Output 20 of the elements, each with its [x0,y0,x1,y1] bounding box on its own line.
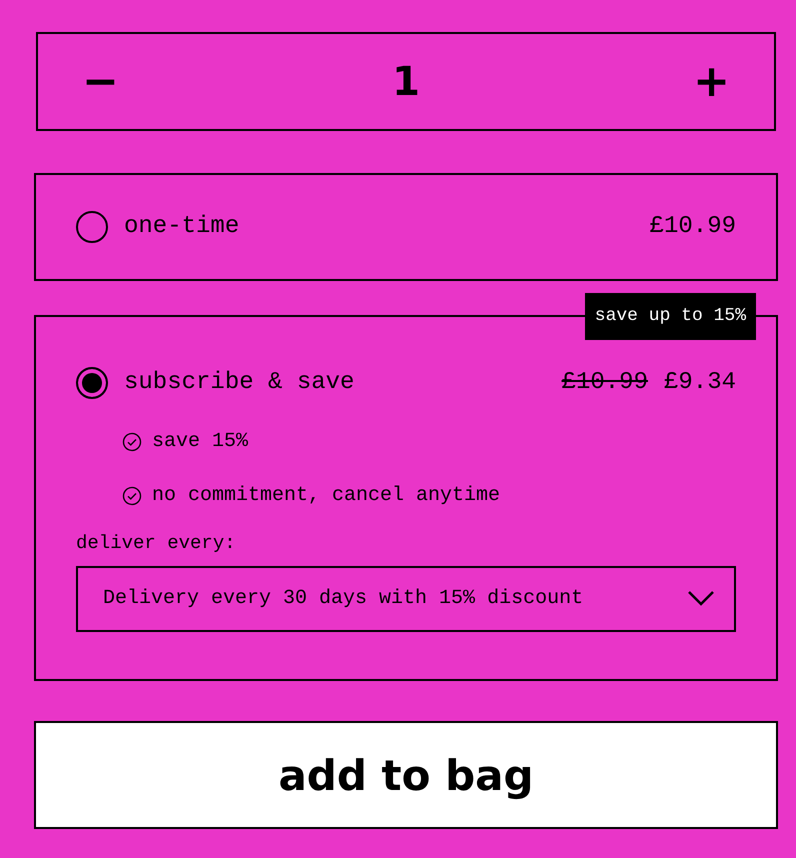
check-icon [122,486,142,506]
radio-button[interactable] [76,367,108,399]
old-price: £10.99 [562,368,648,398]
delivery-label: deliver every: [76,531,237,556]
benefit-text: no commitment, cancel anytime [152,483,500,509]
price: £9.34 [664,368,736,398]
quantity-value: 1 [392,58,420,106]
option-card[interactable]: one-time £10.99 [34,173,778,281]
decrease-button[interactable]: − [78,60,123,104]
option-label: subscribe & save [124,368,354,398]
chevron-down-icon [688,590,714,606]
radio-button[interactable] [76,211,108,243]
check-icon [122,432,142,452]
add-to-bag-button[interactable]: add to bag [34,721,778,829]
delivery-dropdown[interactable]: Delivery every 30 days with 15% discount [76,566,736,632]
price: £10.99 [650,212,736,242]
increase-button[interactable]: + [689,60,734,104]
savings-badge: save up to 15% [584,293,756,340]
option-label: one-time [124,212,240,242]
benefit-text: save 15% [152,429,248,455]
